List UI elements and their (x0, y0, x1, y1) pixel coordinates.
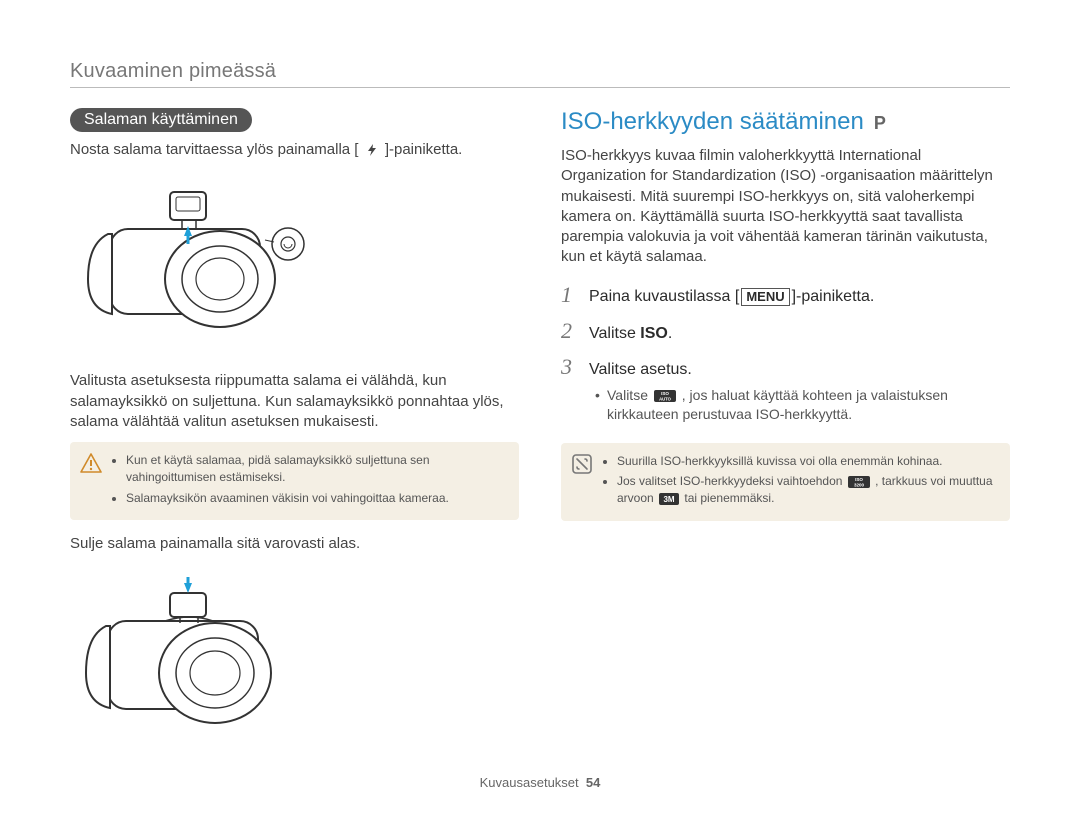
text: ]-painiketta. (385, 141, 463, 158)
right-column: ISO-herkkyyden säätäminen P ISO-herkkyys… (561, 108, 1010, 746)
flash-close-text: Sulje salama painamalla sitä varovasti a… (70, 534, 519, 554)
step-list: 1 Paina kuvaustilassa [MENU]-painiketta.… (561, 282, 1010, 380)
sub-text: Valitse ISO AUTO , jos haluat käyttää ko… (607, 386, 1010, 425)
step-text: Valitse asetus. (589, 361, 692, 379)
flash-closed-text: Valitusta asetuksesta riippumatta salama… (70, 371, 519, 432)
step-3: 3 Valitse asetus. (561, 354, 1010, 380)
menu-button-label: MENU (741, 288, 789, 306)
text: Jos valitset ISO-herkkyydeksi vaihtoehdo… (617, 474, 846, 488)
warning-list: Kun et käytä salamaa, pidä salamayksikkö… (112, 452, 507, 510)
section-heading-iso: ISO-herkkyyden säätäminen P (561, 108, 1010, 136)
page-footer: Kuvausasetukset 54 (0, 775, 1080, 790)
list-item: Kun et käytä salamaa, pidä salamayksikkö… (126, 452, 507, 486)
svg-text:3M: 3M (663, 495, 674, 504)
mode-badge-p: P (874, 113, 886, 134)
iso-auto-icon: ISO AUTO (654, 390, 676, 402)
iso-3200-icon: ISO 3200 (848, 476, 870, 488)
text-bold: ISO (640, 325, 668, 342)
svg-text:ISO: ISO (661, 391, 669, 396)
warning-note: Kun et käytä salamaa, pidä salamayksikkö… (70, 442, 519, 520)
text: Valitse (589, 325, 640, 342)
warning-icon (80, 452, 102, 474)
text: Nosta salama tarvittaessa ylös painamall… (70, 141, 358, 158)
info-list: Suurilla ISO-herkkyyksillä kuvissa voi o… (603, 453, 998, 511)
text: Valitse (607, 387, 652, 403)
camera-illustration-flash-up (70, 174, 330, 344)
step-3-sub: • Valitse ISO AUTO , jos haluat käyttää … (595, 386, 1010, 425)
text: Paina kuvaustilassa [ (589, 289, 739, 306)
step-2: 2 Valitse ISO. (561, 318, 1010, 344)
left-column: Salaman käyttäminen Nosta salama tarvitt… (70, 108, 519, 746)
list-item: Salamayksikön avaaminen väkisin voi vahi… (126, 490, 507, 507)
bullet-dot: • (595, 386, 601, 425)
section-pill-flash: Salaman käyttäminen (70, 108, 252, 132)
iso-intro-text: ISO-herkkyys kuvaa filmin valoherkkyyttä… (561, 146, 1010, 268)
list-item: Suurilla ISO-herkkyyksillä kuvissa voi o… (617, 453, 998, 470)
page-number: 54 (586, 775, 600, 790)
step-number: 1 (561, 282, 579, 308)
step-number: 3 (561, 354, 579, 380)
info-note: Suurilla ISO-herkkyyksillä kuvissa voi o… (561, 443, 1010, 521)
flash-icon (365, 143, 379, 157)
list-item: Jos valitset ISO-herkkyydeksi vaihtoehdo… (617, 473, 998, 507)
size-3m-icon: 3M (659, 493, 679, 505)
text: . (668, 325, 672, 342)
camera-illustration-flash-down (70, 571, 315, 741)
text: ]-painiketta. (792, 289, 875, 306)
page-title: Kuvaaminen pimeässä (70, 60, 1010, 83)
step-text: Valitse ISO. (589, 325, 672, 343)
step-number: 2 (561, 318, 579, 344)
step-1: 1 Paina kuvaustilassa [MENU]-painiketta. (561, 282, 1010, 308)
svg-text:AUTO: AUTO (659, 396, 672, 401)
content-columns: Salaman käyttäminen Nosta salama tarvitt… (70, 108, 1010, 746)
svg-text:3200: 3200 (854, 483, 865, 488)
heading-text: ISO-herkkyyden säätäminen (561, 108, 864, 136)
divider (70, 87, 1010, 88)
step-text: Paina kuvaustilassa [MENU]-painiketta. (589, 288, 874, 306)
svg-text:ISO: ISO (855, 478, 863, 483)
footer-section: Kuvausasetukset (480, 775, 579, 790)
info-icon (571, 453, 593, 475)
flash-raise-text: Nosta salama tarvittaessa ylös painamall… (70, 140, 519, 160)
text: tai pienemmäksi. (684, 491, 774, 505)
